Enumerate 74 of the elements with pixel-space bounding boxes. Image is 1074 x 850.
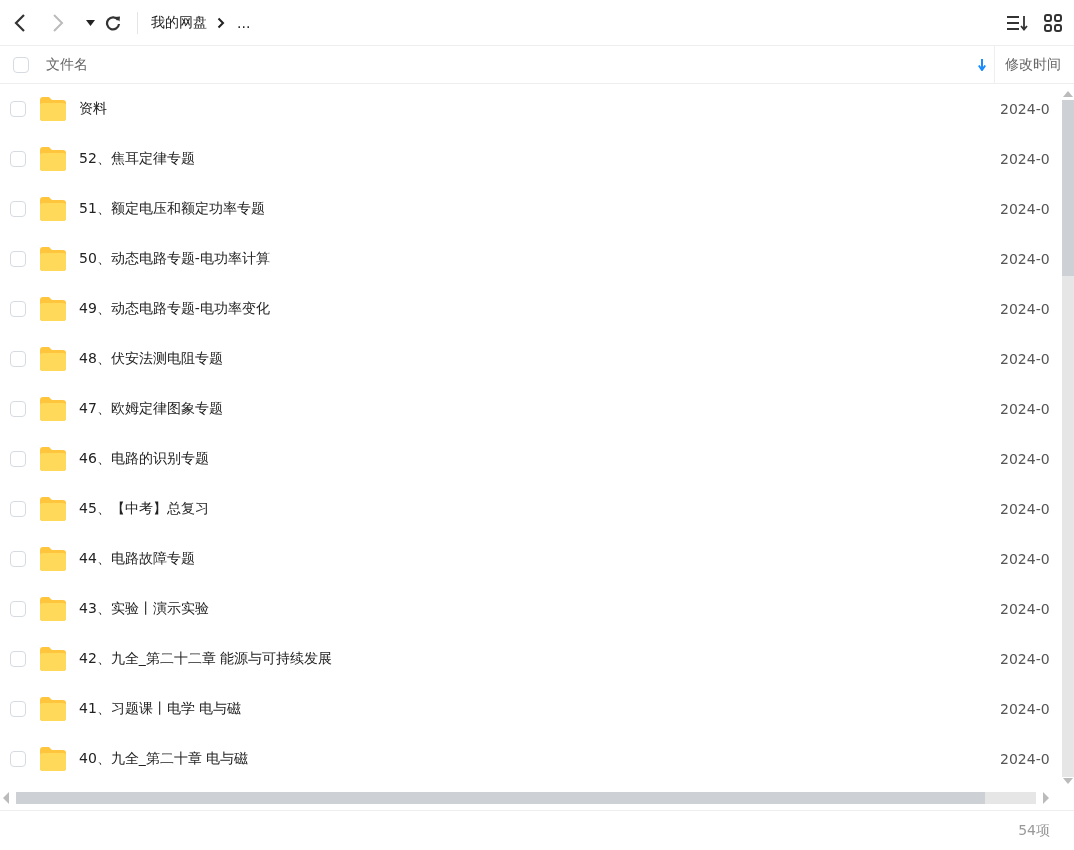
modified-date: 2024-0	[1000, 101, 1051, 117]
chevron-right-icon	[217, 16, 225, 29]
folder-icon	[40, 247, 66, 271]
row-checkbox[interactable]	[10, 451, 26, 467]
folder-icon	[40, 697, 66, 721]
file-name[interactable]: 40、九全_第二十章 电与磁	[79, 750, 1000, 768]
file-name[interactable]: 资料	[79, 100, 1000, 118]
file-name[interactable]: 52、焦耳定律专题	[79, 150, 1000, 168]
folder-icon	[40, 447, 66, 471]
modified-date: 2024-0	[1000, 551, 1051, 567]
scroll-up-arrow-icon[interactable]	[1062, 90, 1074, 98]
row-checkbox[interactable]	[10, 551, 26, 567]
file-name[interactable]: 48、伏安法测电阻专题	[79, 350, 1000, 368]
row-checkbox[interactable]	[10, 751, 26, 767]
modified-date: 2024-0	[1000, 401, 1051, 417]
row-checkbox[interactable]	[10, 301, 26, 317]
file-name[interactable]: 46、电路的识别专题	[79, 450, 1000, 468]
file-name[interactable]: 50、动态电路专题-电功率计算	[79, 250, 1000, 268]
breadcrumb-link[interactable]: 我的网盘	[151, 13, 207, 32]
folder-icon	[40, 547, 66, 571]
row-checkbox[interactable]	[10, 201, 26, 217]
folder-icon	[40, 597, 66, 621]
column-header[interactable]: 修改时间	[1005, 55, 1061, 74]
column-header[interactable]: 文件名	[46, 55, 88, 74]
sort-list-icon[interactable]	[1006, 14, 1028, 31]
file-name[interactable]: 45、【中考】总复习	[79, 500, 1000, 518]
folder-icon	[40, 497, 66, 521]
file-name[interactable]: 43、实验丨演示实验	[79, 600, 1000, 618]
row-checkbox[interactable]	[10, 101, 26, 117]
row-checkbox[interactable]	[10, 251, 26, 267]
file-name[interactable]: 49、动态电路专题-电功率变化	[79, 300, 1000, 318]
folder-icon	[40, 397, 66, 421]
folder-icon	[40, 647, 66, 671]
modified-date: 2024-0	[1000, 151, 1051, 167]
folder-icon	[40, 747, 66, 771]
row-checkbox[interactable]	[10, 351, 26, 367]
row-checkbox[interactable]	[10, 401, 26, 417]
select-all-checkbox[interactable]	[13, 56, 29, 73]
folder-icon	[40, 147, 66, 171]
folder-icon	[40, 197, 66, 221]
forward-icon[interactable]	[51, 12, 65, 33]
breadcrumb-more[interactable]: ...	[237, 14, 251, 31]
file-name[interactable]: 47、欧姆定律图象专题	[79, 400, 1000, 418]
row-checkbox[interactable]	[10, 151, 26, 167]
folder-icon	[40, 347, 66, 371]
dropdown-caret-icon[interactable]	[86, 19, 95, 26]
modified-date: 2024-0	[1000, 601, 1051, 617]
scroll-right-arrow-icon[interactable]	[1042, 790, 1050, 805]
modified-date: 2024-0	[1000, 751, 1051, 767]
modified-date: 2024-0	[1000, 451, 1051, 467]
sort-down-icon[interactable]	[978, 58, 986, 71]
file-name[interactable]: 42、九全_第二十二章 能源与可持续发展	[79, 650, 1000, 668]
modified-date: 2024-0	[1000, 251, 1051, 267]
refresh-icon[interactable]	[105, 14, 121, 31]
row-checkbox[interactable]	[10, 601, 26, 617]
row-checkbox[interactable]	[10, 651, 26, 667]
modified-date: 2024-0	[1000, 351, 1051, 367]
modified-date: 2024-0	[1000, 701, 1051, 717]
modified-date: 2024-0	[1000, 501, 1051, 517]
row-checkbox[interactable]	[10, 701, 26, 717]
item-count: 54项	[1018, 822, 1050, 840]
modified-date: 2024-0	[1000, 201, 1051, 217]
file-name[interactable]: 41、习题课丨电学 电与磁	[79, 700, 1000, 718]
modified-date: 2024-0	[1000, 651, 1051, 667]
grid-view-icon[interactable]	[1044, 13, 1062, 32]
back-icon[interactable]	[13, 12, 27, 33]
scroll-left-arrow-icon[interactable]	[2, 790, 10, 805]
row-checkbox[interactable]	[10, 501, 26, 517]
folder-icon	[40, 97, 66, 121]
file-name[interactable]: 44、电路故障专题	[79, 550, 1000, 568]
file-name[interactable]: 51、额定电压和额定功率专题	[79, 200, 1000, 218]
folder-icon	[40, 297, 66, 321]
modified-date: 2024-0	[1000, 301, 1051, 317]
scroll-down-arrow-icon[interactable]	[1062, 777, 1074, 785]
